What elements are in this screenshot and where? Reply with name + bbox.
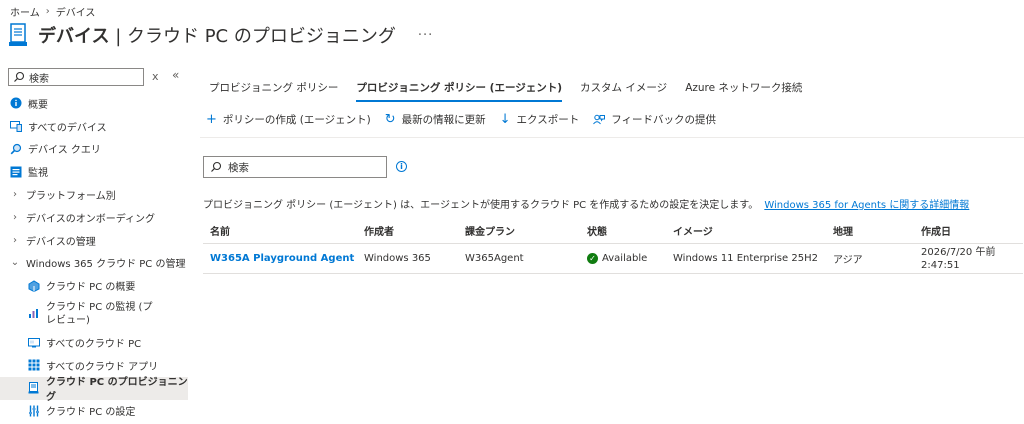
tab-bar: プロビジョニング ポリシー プロビジョニング ポリシー (エージェント) カスタ… [200, 76, 811, 102]
settings-icon [29, 405, 39, 417]
description: プロビジョニング ポリシー (エージェント) は、エージェントが使用するクラウド… [203, 200, 970, 211]
sidebar-item-by-platform[interactable]: › プラットフォーム別 [0, 183, 188, 206]
create-policy-button[interactable]: + ポリシーの作成 (エージェント) [206, 112, 371, 127]
feedback-icon [593, 114, 606, 124]
refresh-icon: ↻ [384, 112, 396, 127]
cloud-pc-icon [28, 280, 40, 292]
page-header: デバイス | クラウド PC のプロビジョニング ··· [8, 20, 433, 50]
sidebar: 検索 x « 概要 すべてのデバイス デバイス クエリ 監視 › プラットフォー… [0, 62, 188, 424]
search-input[interactable]: 検索 [203, 156, 387, 178]
sidebar-item-device-onboarding[interactable]: › デバイスのオンボーディング [0, 206, 188, 229]
sidebar-nav: 概要 すべてのデバイス デバイス クエリ 監視 › プラットフォーム別 › デバ… [0, 92, 188, 422]
sidebar-item-all-cloud-pcs[interactable]: すべてのクラウド PC [0, 331, 188, 354]
cell-creator: Windows 365 [364, 253, 431, 264]
info-icon [10, 97, 22, 109]
download-icon: ↓ [499, 112, 511, 127]
column-header-creator[interactable]: 作成者 [364, 223, 465, 238]
cell-geography: アジア [833, 255, 863, 266]
sidebar-item-cloud-pc-overview[interactable]: クラウド PC の概要 [0, 274, 188, 297]
devices-icon [10, 121, 22, 133]
status-text: Available [602, 253, 648, 264]
provisioning-icon [28, 382, 39, 394]
sidebar-item-device-query[interactable]: デバイス クエリ [0, 138, 188, 161]
sidebar-item-cloud-pc-provisioning[interactable]: クラウド PC のプロビジョニング [0, 376, 188, 403]
tab-azure-network-connection[interactable]: Azure ネットワーク接続 [676, 76, 811, 100]
cell-image: Windows 11 Enterprise 25H2 [673, 253, 818, 264]
plus-icon: + [206, 112, 217, 127]
column-header-name[interactable]: 名前 [203, 223, 364, 238]
sidebar-item-all-devices[interactable]: すべてのデバイス [0, 115, 188, 138]
chevron-right-icon: › [13, 211, 17, 223]
tab-custom-images[interactable]: カスタム イメージ [571, 76, 676, 100]
column-header-status[interactable]: 状態 [587, 223, 673, 238]
toolbar-divider [200, 137, 1024, 138]
search-icon [211, 161, 222, 172]
sidebar-item-overview[interactable]: 概要 [0, 92, 188, 115]
policy-name-link[interactable]: W365A Playground Agent [203, 253, 364, 264]
collapse-sidebar-button[interactable]: « [172, 68, 179, 82]
column-header-geography[interactable]: 地理 [833, 223, 921, 238]
info-icon[interactable]: i [396, 161, 407, 172]
sidebar-item-monitor[interactable]: 監視 [0, 160, 188, 183]
column-header-created[interactable]: 作成日 [921, 223, 1023, 238]
sidebar-search-input[interactable]: 検索 [8, 68, 144, 86]
pc-list-icon [28, 337, 40, 348]
chevron-right-icon: › [13, 234, 17, 246]
column-header-plan[interactable]: 課金プラン [465, 223, 587, 238]
breadcrumb-home[interactable]: ホーム [10, 4, 40, 19]
apps-icon [28, 359, 40, 371]
provisioning-icon [9, 23, 27, 46]
cell-status: ✓ Available [587, 253, 673, 264]
query-icon [10, 143, 22, 155]
learn-more-link[interactable]: Windows 365 for Agents に関する詳細情報 [764, 200, 969, 211]
cell-created: 2026/7/20 午前 2:47:51 [921, 246, 996, 271]
clear-search-button[interactable]: x [152, 70, 159, 83]
chevron-down-icon: ⌄ [10, 257, 20, 269]
table-row[interactable]: W365A Playground Agent Windows 365 W365A… [203, 244, 1023, 274]
search-icon [14, 71, 25, 82]
checkmark-icon: ✓ [587, 253, 598, 264]
tab-provisioning-policies[interactable]: プロビジョニング ポリシー [200, 76, 347, 100]
chevron-right-icon: › [13, 189, 17, 201]
feedback-button[interactable]: フィードバックの提供 [593, 112, 716, 127]
page-title: デバイス | クラウド PC のプロビジョニング [38, 26, 396, 47]
sidebar-item-device-management[interactable]: › デバイスの管理 [0, 229, 188, 252]
cell-plan: W365Agent [465, 253, 524, 264]
column-header-image[interactable]: イメージ [673, 223, 833, 238]
policies-table: 名前 作成者 課金プラン 状態 イメージ 地理 作成日 W365A Playgr… [203, 218, 1023, 274]
breadcrumb: ホーム › デバイス [10, 4, 95, 19]
sidebar-item-cloud-pc-monitoring[interactable]: クラウド PC の監視 (プレビュー) [0, 297, 188, 331]
monitor-icon [10, 166, 22, 178]
tab-provisioning-policies-agent[interactable]: プロビジョニング ポリシー (エージェント) [347, 76, 571, 102]
more-options-button[interactable]: ··· [418, 28, 433, 43]
toolbar: + ポリシーの作成 (エージェント) ↻ 最新の情報に更新 ↓ エクスポート フ… [206, 112, 716, 127]
sidebar-item-w365-management[interactable]: ⌄ Windows 365 クラウド PC の管理 [0, 252, 188, 275]
refresh-button[interactable]: ↻ 最新の情報に更新 [385, 112, 486, 127]
chart-icon [29, 309, 38, 319]
chevron-right-icon: › [45, 6, 50, 17]
breadcrumb-devices[interactable]: デバイス [56, 4, 96, 19]
export-button[interactable]: ↓ エクスポート [500, 112, 580, 127]
table-header: 名前 作成者 課金プラン 状態 イメージ 地理 作成日 [203, 218, 1023, 244]
